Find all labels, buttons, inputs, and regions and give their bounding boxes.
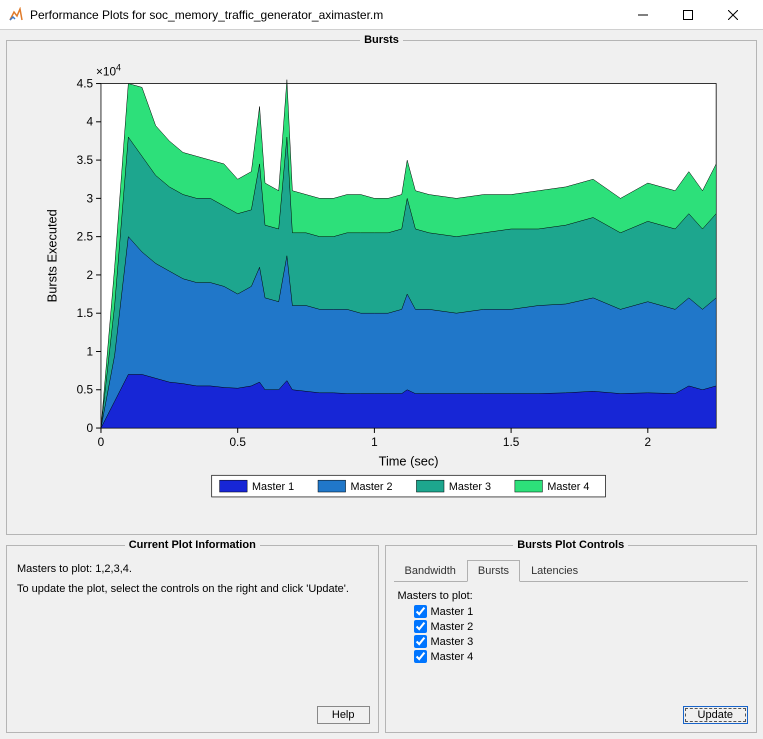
masters-group-label: Masters to plot: xyxy=(394,588,749,604)
master-checkbox-2[interactable] xyxy=(414,620,427,633)
master-checkbox-label: Master 4 xyxy=(431,651,474,663)
chart-area: 0 0.5 1 1.5 2 0 0.5 1 1.5 2 2.5 3 3.5 4 4.5 Time (sec) B… xyxy=(15,54,748,526)
svg-text:2: 2 xyxy=(645,435,652,449)
svg-text:0: 0 xyxy=(87,421,94,435)
svg-text:1: 1 xyxy=(87,344,94,358)
svg-text:0: 0 xyxy=(98,435,105,449)
svg-text:Bursts Executed: Bursts Executed xyxy=(45,209,60,302)
master-checkbox-label: Master 1 xyxy=(431,606,474,618)
window-titlebar: Performance Plots for soc_memory_traffic… xyxy=(0,0,763,30)
master-checkbox-3[interactable] xyxy=(414,635,427,648)
info-panel-title: Current Plot Information xyxy=(125,539,260,551)
minimize-button[interactable] xyxy=(620,0,665,30)
master-checkbox-row: Master 3 xyxy=(394,634,749,649)
info-line-2: To update the plot, select the controls … xyxy=(15,579,370,599)
master-checkbox-row: Master 2 xyxy=(394,619,749,634)
svg-text:1.5: 1.5 xyxy=(503,435,520,449)
master-checkbox-label: Master 2 xyxy=(431,621,474,633)
svg-text:Time (sec): Time (sec) xyxy=(379,453,439,468)
master-checkbox-label: Master 3 xyxy=(431,636,474,648)
master-checkbox-row: Master 1 xyxy=(394,604,749,619)
info-panel: Current Plot Information Masters to plot… xyxy=(6,539,379,733)
svg-text:3: 3 xyxy=(87,191,94,205)
svg-text:4: 4 xyxy=(87,115,94,129)
tab-bar: Bandwidth Bursts Latencies xyxy=(394,559,749,582)
maximize-button[interactable] xyxy=(665,0,710,30)
master-checkbox-4[interactable] xyxy=(414,650,427,663)
info-line-1: Masters to plot: 1,2,3,4. xyxy=(15,559,370,579)
controls-panel: Bursts Plot Controls Bandwidth Bursts La… xyxy=(385,539,758,733)
svg-text:1.5: 1.5 xyxy=(77,306,94,320)
master-checkbox-1[interactable] xyxy=(414,605,427,618)
controls-panel-title: Bursts Plot Controls xyxy=(513,539,628,551)
tab-latencies[interactable]: Latencies xyxy=(520,560,589,582)
help-button[interactable]: Help xyxy=(317,706,370,724)
svg-text:0.5: 0.5 xyxy=(229,435,246,449)
tab-bandwidth[interactable]: Bandwidth xyxy=(394,560,467,582)
svg-text:×104: ×104 xyxy=(96,63,121,79)
svg-text:2.5: 2.5 xyxy=(77,230,94,244)
svg-text:4.5: 4.5 xyxy=(77,76,94,90)
update-button[interactable]: Update xyxy=(683,706,748,724)
svg-text:1: 1 xyxy=(371,435,378,449)
svg-text:Master 2: Master 2 xyxy=(350,481,392,493)
tab-bursts[interactable]: Bursts xyxy=(467,560,520,582)
svg-text:Master 3: Master 3 xyxy=(449,481,491,493)
svg-text:3.5: 3.5 xyxy=(77,153,94,167)
master-checkbox-row: Master 4 xyxy=(394,649,749,664)
window-title: Performance Plots for soc_memory_traffic… xyxy=(30,8,620,22)
close-button[interactable] xyxy=(710,0,755,30)
svg-text:Master 4: Master 4 xyxy=(547,481,589,493)
matlab-icon xyxy=(8,7,24,23)
svg-text:2: 2 xyxy=(87,268,94,282)
svg-text:0.5: 0.5 xyxy=(77,383,94,397)
svg-text:Master 1: Master 1 xyxy=(252,481,294,493)
plot-panel: Bursts 0 0.5 1 1.5 2 0 0.5 1 1.5 2 2.5 3 3.5 4 4.5 Time… xyxy=(6,34,757,535)
plot-panel-title: Bursts xyxy=(360,34,403,46)
